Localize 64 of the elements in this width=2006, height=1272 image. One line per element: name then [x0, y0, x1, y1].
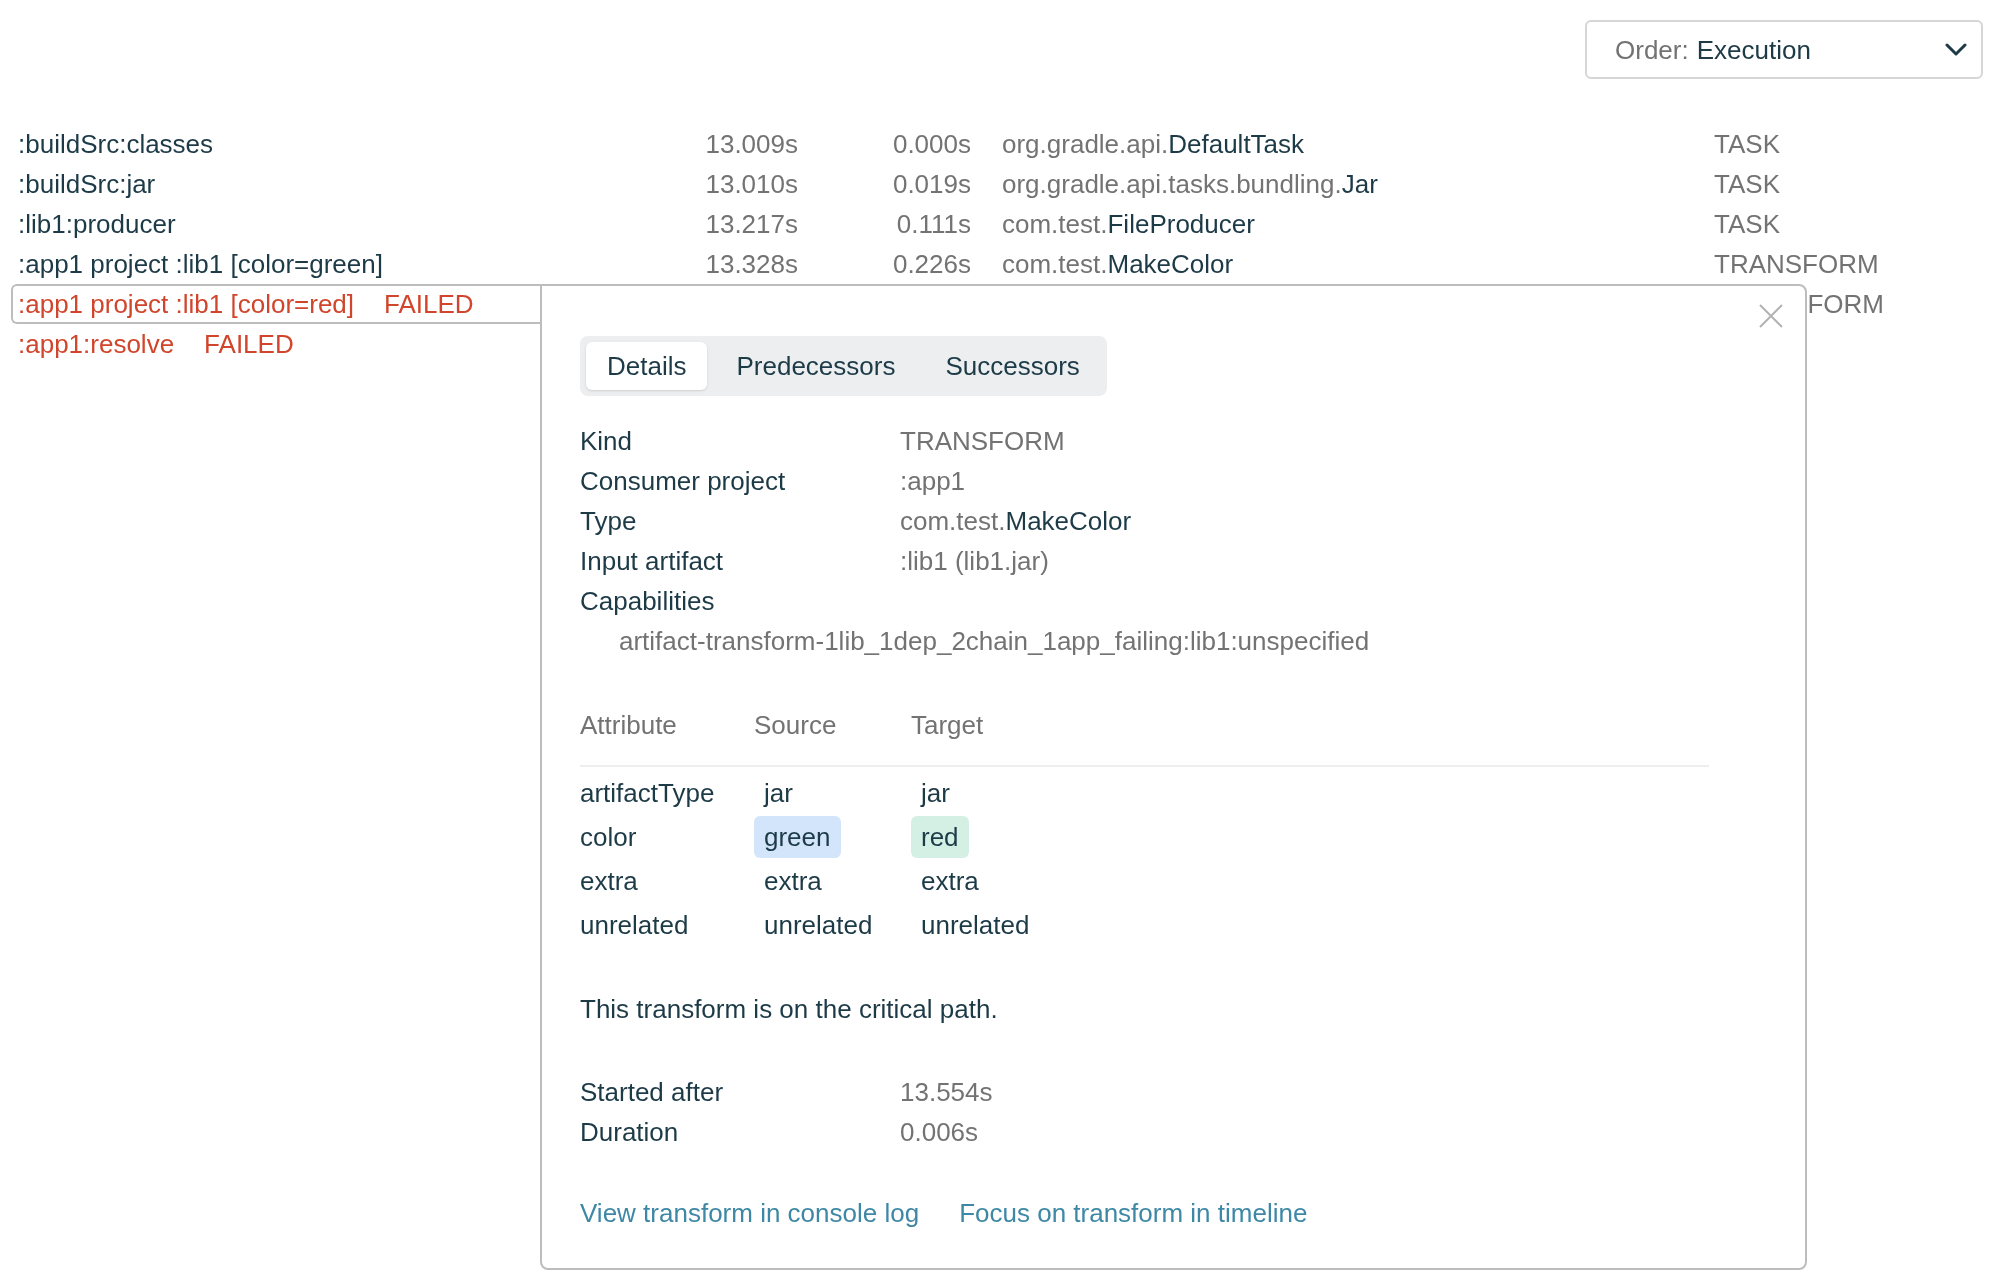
field-label: Duration	[580, 1116, 680, 1149]
attribute-value: jar	[762, 777, 794, 810]
type-name: org.gradle.api.tasks.bundling.Jar	[1002, 168, 1378, 201]
tab[interactable]: Successors	[924, 342, 1101, 390]
tab[interactable]: Predecessors	[715, 342, 917, 390]
critical-path-note: This transform is on the critical path.	[580, 994, 998, 1024]
start-time: 13.328s	[705, 248, 798, 281]
column-header: Attribute	[580, 710, 677, 740]
capability-value: artifact-transform-1lib_1dep_2chain_1app_failing:lib1:unspecified	[619, 625, 1370, 658]
start-time: 13.217s	[705, 208, 798, 241]
kind-label: TASK	[1714, 168, 1780, 201]
field-value: :lib1 (lib1.jar)	[900, 545, 1049, 578]
task-name: :buildSrc:jar	[18, 168, 156, 201]
duration: 0.111s	[896, 208, 971, 241]
close-button[interactable]	[1759, 304, 1783, 328]
kind-label: TASK	[1714, 128, 1780, 161]
start-time: 13.010s	[705, 168, 798, 201]
duration: 0.226s	[892, 248, 971, 281]
order-select[interactable]: Order: Execution	[1585, 20, 1983, 79]
chevron-down-icon	[1945, 42, 1967, 57]
field-value: :app1	[900, 465, 966, 498]
type-name: com.test.FileProducer	[1002, 208, 1255, 241]
duration: 0.019s	[892, 168, 971, 201]
task-name: :app1:resolve	[18, 328, 175, 361]
field-label: Consumer project	[580, 465, 787, 498]
duration: 0.000s	[892, 128, 971, 161]
kind-label: TRANSFORM	[1714, 248, 1879, 281]
field-value: 13.554s	[900, 1076, 993, 1109]
field-label: Capabilities	[580, 585, 716, 618]
task-name: :buildSrc:classes	[18, 128, 214, 161]
attribute-value: extra	[920, 865, 980, 898]
attribute-name: unrelated	[580, 910, 689, 940]
close-icon	[1759, 304, 1783, 328]
attribute-value: extra	[763, 865, 823, 898]
field-label: Input artifact	[580, 545, 725, 578]
field-label: Type	[580, 505, 638, 538]
attribute-value: green	[754, 816, 841, 858]
status-label: FAILED	[204, 328, 294, 361]
kind-label: TASK	[1714, 208, 1780, 241]
kind-label: FORM	[1807, 288, 1884, 321]
attribute-value: red	[911, 816, 969, 858]
field-value: 0.006s	[900, 1116, 979, 1149]
column-header: Target	[911, 710, 984, 740]
attribute-name: color	[580, 822, 637, 852]
attribute-value: unrelated	[920, 909, 1031, 942]
attribute-value: jar	[919, 777, 951, 810]
attribute-name: artifactType	[580, 778, 715, 808]
start-time: 13.009s	[705, 128, 798, 161]
status-label: FAILED	[384, 288, 474, 321]
tab[interactable]: Details	[586, 342, 708, 390]
attribute-name: extra	[580, 866, 638, 896]
link[interactable]: Focus on transform in timeline	[959, 1193, 1308, 1233]
attribute-value: unrelated	[763, 909, 874, 942]
field-value: TRANSFORM	[900, 425, 1065, 458]
link[interactable]: View transform in console log	[580, 1193, 920, 1233]
task-name: :app1 project :lib1 [color=green]	[18, 248, 383, 281]
field-value: com.test.MakeColor	[900, 505, 1132, 538]
field-label: Started after	[580, 1076, 725, 1109]
field-label: Kind	[580, 425, 634, 458]
task-name: :app1 project :lib1 [color=red]	[18, 288, 355, 321]
column-header: Source	[754, 710, 837, 740]
task-name: :lib1:producer	[18, 208, 176, 241]
type-name: com.test.MakeColor	[1002, 248, 1234, 281]
type-name: org.gradle.api.DefaultTask	[1002, 128, 1305, 161]
